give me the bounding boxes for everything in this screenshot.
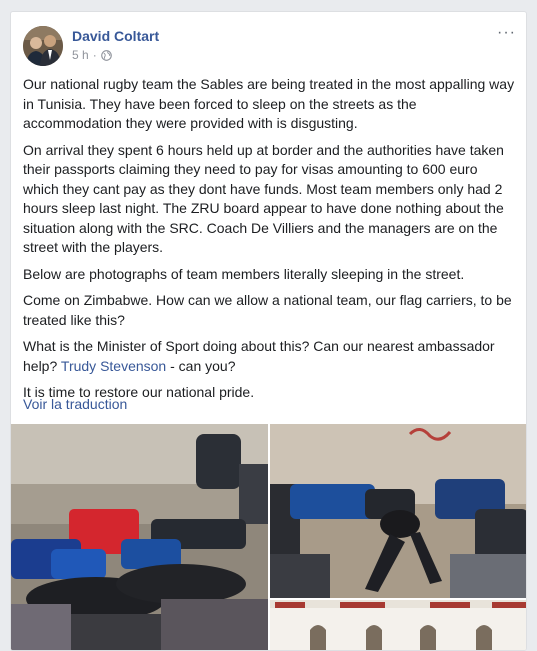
paragraph: On arrival they spent 6 hours held up at… [23, 141, 504, 256]
photo-building[interactable] [270, 600, 526, 650]
meta-separator: · [92, 48, 97, 62]
photo-player-lying-street[interactable] [270, 424, 526, 598]
globe-icon [100, 49, 112, 61]
mention-link[interactable]: Trudy Stevenson [61, 358, 166, 374]
paragraph: Our national rugby team the Sables are b… [23, 76, 515, 131]
translate-link[interactable]: Voir la traduction [23, 396, 127, 412]
post-text: Our national rugby team the Sables are b… [23, 75, 517, 410]
photo-players-sleeping-bags[interactable] [11, 424, 268, 650]
more-options-icon[interactable]: ··· [497, 24, 516, 42]
post-meta: 5 h · [72, 48, 112, 62]
avatar-image [23, 26, 63, 66]
paragraph: Come on Zimbabwe. How can we allow a nat… [23, 292, 512, 328]
question-text-end: - can you? [166, 357, 236, 374]
post-time[interactable]: 5 h [72, 48, 89, 62]
author-avatar[interactable] [23, 26, 63, 66]
paragraph: Below are photographs of team members li… [23, 265, 465, 282]
post-card: David Coltart 5 h · ··· Our national rug… [10, 11, 527, 651]
paragraph-question: What is the Minister of Sport doing abou… [23, 337, 517, 376]
author-name[interactable]: David Coltart [72, 28, 159, 44]
photo-grid [11, 424, 526, 650]
